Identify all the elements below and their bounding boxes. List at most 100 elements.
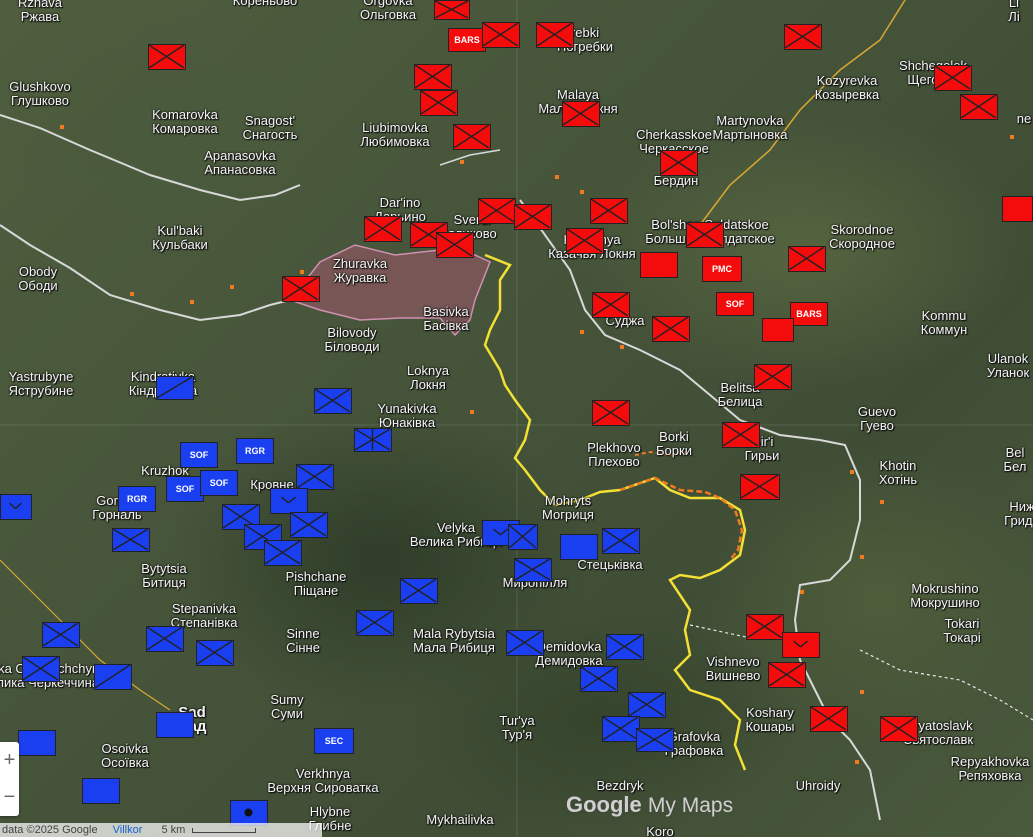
ukrainian-unit-marker[interactable]	[354, 428, 392, 452]
russian-unit-marker[interactable]	[453, 124, 491, 150]
russian-unit-marker[interactable]	[536, 22, 574, 48]
ukrainian-unit-marker[interactable]: SOF	[200, 470, 238, 496]
ukrainian-unit-marker[interactable]	[0, 494, 32, 520]
place-glushkovo: Glushkovo Глушково	[9, 79, 71, 108]
place-uhroidy: Bezdryk	[596, 778, 644, 793]
place-olgovka: Orgovka Ольговка	[359, 0, 417, 22]
russian-unit-marker[interactable]	[768, 662, 806, 688]
russian-unit-marker[interactable]	[740, 474, 780, 500]
zoom-in-button[interactable]: +	[0, 742, 19, 779]
russian-unit-marker[interactable]	[640, 252, 678, 278]
ukrainian-unit-marker[interactable]	[82, 778, 120, 804]
place-belitsa: Guevo Гуево	[857, 404, 897, 433]
ukrainian-unit-marker[interactable]: RGR	[236, 438, 274, 464]
russian-unit-marker[interactable]	[434, 0, 470, 20]
ukrainian-unit-marker[interactable]: SOF	[166, 476, 204, 502]
ukrainian-unit-marker[interactable]	[270, 488, 308, 514]
ukrainian-unit-marker[interactable]: SEC	[314, 728, 354, 754]
ukrainian-unit-marker[interactable]	[514, 558, 552, 582]
russian-unit-marker[interactable]	[782, 632, 820, 658]
place-bezdryk: Verkhnya Верхня Сироватка	[267, 766, 379, 795]
ukrainian-unit-marker[interactable]	[290, 512, 328, 538]
ukrainian-unit-marker[interactable]	[356, 610, 394, 636]
ukrainian-unit-marker[interactable]	[94, 664, 132, 690]
place-snagost: Snagost' Снагость	[242, 113, 298, 142]
russian-unit-marker[interactable]	[566, 228, 604, 254]
russian-unit-marker[interactable]	[960, 94, 998, 120]
ukrainian-unit-marker[interactable]	[400, 578, 438, 604]
ukrainian-unit-marker[interactable]	[42, 622, 80, 648]
zoom-out-button[interactable]: −	[0, 779, 19, 816]
ukrainian-unit-marker[interactable]	[560, 534, 598, 560]
ukrainian-unit-marker[interactable]	[156, 712, 194, 738]
russian-unit-marker[interactable]	[754, 364, 792, 390]
ukrainian-unit-marker[interactable]	[196, 640, 234, 666]
ukrainian-unit-marker[interactable]	[580, 666, 618, 692]
google-my-maps-logo: Google My Maps	[566, 792, 734, 817]
russian-unit-marker[interactable]	[762, 318, 794, 342]
russian-unit-marker[interactable]	[514, 204, 552, 230]
russian-unit-marker[interactable]	[934, 65, 972, 91]
russian-unit-marker[interactable]	[436, 232, 474, 258]
russian-unit-marker[interactable]	[810, 706, 848, 732]
place-kolodezi: Bel Бел	[1003, 445, 1027, 474]
place-shchegolek: Kommu Коммун	[920, 308, 968, 337]
russian-unit-marker[interactable]	[562, 101, 600, 127]
russian-unit-marker[interactable]	[590, 198, 628, 224]
ukrainian-unit-marker[interactable]	[606, 634, 644, 660]
ukrainian-unit-marker[interactable]	[112, 528, 150, 552]
ukrainian-unit-marker[interactable]	[22, 656, 60, 682]
ukrainian-unit-marker[interactable]	[146, 626, 184, 652]
russian-unit-marker[interactable]	[148, 44, 186, 70]
russian-unit-marker[interactable]	[686, 222, 724, 248]
ukrainian-unit-marker[interactable]	[636, 728, 674, 752]
russian-unit-marker[interactable]	[788, 246, 826, 272]
russian-unit-marker[interactable]: PMC	[702, 256, 742, 282]
front-line	[483, 253, 747, 771]
map-canvas[interactable]: Rzhava Ржава Кореньово Orgovka Ольговка re…	[0, 0, 1033, 837]
place-tokari: Sumy Суми	[270, 692, 304, 721]
place-osoivka: Tur'ya Тур'я	[499, 713, 535, 742]
unit-label: SOF	[175, 484, 195, 494]
ukrainian-unit-marker[interactable]	[506, 630, 544, 656]
russian-unit-marker[interactable]: BARS	[448, 28, 486, 52]
russian-unit-marker[interactable]	[592, 292, 630, 318]
russian-unit-marker[interactable]	[478, 198, 516, 224]
russian-unit-marker[interactable]	[364, 216, 402, 242]
unit-label: RGR	[245, 446, 265, 456]
russian-unit-marker[interactable]	[1002, 196, 1033, 222]
place-giri: Khotin Хотінь	[878, 458, 918, 487]
russian-unit-marker[interactable]	[722, 422, 760, 448]
russian-unit-marker[interactable]	[592, 400, 630, 426]
russian-unit-marker[interactable]	[746, 614, 784, 640]
russian-unit-marker[interactable]	[282, 276, 320, 302]
russian-unit-marker[interactable]: SOF	[716, 292, 754, 316]
ukrainian-unit-marker[interactable]	[264, 540, 302, 566]
russian-unit-marker[interactable]	[880, 716, 918, 742]
place-kulbaki: Kul'baki Кульбаки	[152, 223, 208, 252]
russian-unit-marker[interactable]	[482, 22, 520, 48]
place-demidovka: Vishnevo Вишнево	[705, 654, 761, 683]
russian-unit-marker[interactable]	[420, 90, 458, 116]
ukrainian-unit-marker[interactable]: SOF	[180, 442, 218, 468]
russian-unit-marker[interactable]: BARS	[790, 302, 828, 326]
ukrainian-unit-marker[interactable]	[296, 464, 334, 490]
ukrainian-unit-marker[interactable]	[18, 730, 56, 756]
unit-label: RGR	[127, 494, 147, 504]
unit-label: BARS	[796, 309, 822, 319]
ukrainian-unit-marker[interactable]	[628, 692, 666, 718]
ukrainian-unit-marker[interactable]	[602, 528, 640, 554]
russian-unit-marker[interactable]	[652, 316, 690, 342]
place-kommunar: Ulanok Уланок	[986, 351, 1030, 380]
ukrainian-unit-marker[interactable]	[602, 716, 640, 742]
unit-label: SOF	[209, 478, 229, 488]
ukrainian-unit-marker[interactable]	[508, 524, 538, 550]
terms-link[interactable]: Villkor	[113, 824, 143, 836]
ukrainian-unit-marker[interactable]	[314, 388, 352, 414]
place-vishnevo: Mokrushino Мокрушино	[910, 581, 980, 610]
ukrainian-unit-marker[interactable]	[156, 376, 194, 400]
russian-unit-marker[interactable]	[660, 150, 698, 176]
russian-unit-marker[interactable]	[414, 64, 452, 90]
ukrainian-unit-marker[interactable]: RGR	[118, 486, 156, 512]
russian-unit-marker[interactable]	[784, 24, 822, 50]
